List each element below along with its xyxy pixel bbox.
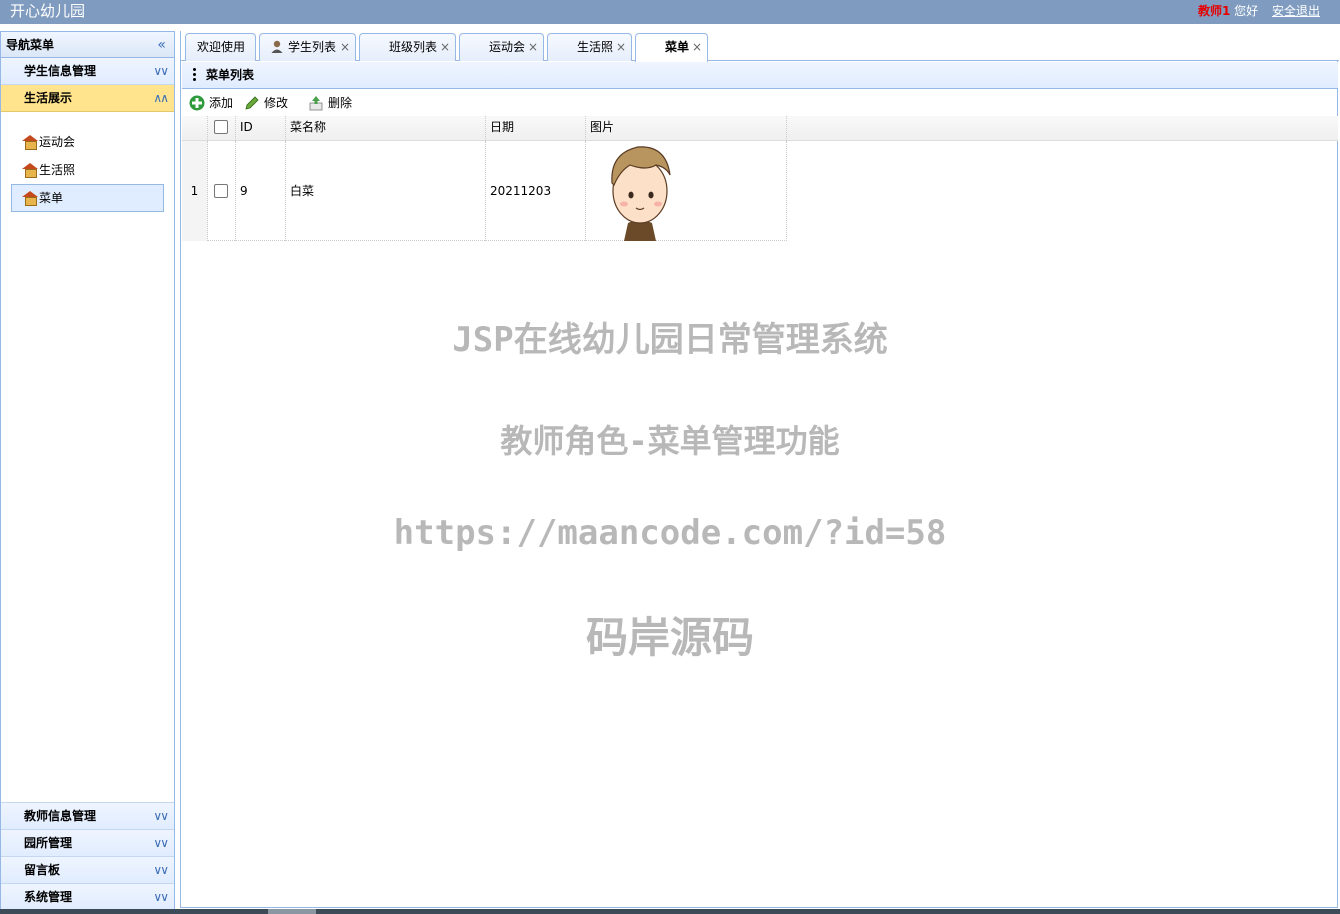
- rownum-header: [182, 116, 208, 141]
- close-icon[interactable]: ×: [440, 34, 450, 60]
- tab-label: 运动会: [489, 40, 526, 54]
- edit-label: 修改: [264, 96, 289, 110]
- panel-title: 菜单列表: [206, 68, 255, 82]
- sidebar: 导航菜单 « 学生信息管理 ∨∨ 生活展示 ∧∧ 运动会 生活照 菜单 教师信息…: [0, 31, 175, 911]
- watermark-feature-title: 教师角色-菜单管理功能: [500, 422, 840, 460]
- house-icon: [22, 162, 38, 178]
- sidebar-item-life-photos[interactable]: 生活照: [11, 156, 164, 184]
- tab-student-list[interactable]: 学生列表 ×: [259, 33, 356, 61]
- close-icon[interactable]: ×: [528, 34, 538, 60]
- close-icon[interactable]: ×: [692, 34, 702, 60]
- app-header: 开心幼儿园 教师1 您好 安全退出: [0, 0, 1340, 24]
- watermark-url: https://maancode.com/?id=58: [393, 513, 947, 553]
- nav-group-label: 园所管理: [24, 836, 73, 850]
- column-header-date[interactable]: 日期: [486, 116, 586, 141]
- nav-menu-title: 导航菜单 «: [1, 32, 174, 58]
- nav-group-label: 系统管理: [24, 890, 73, 904]
- tab-menu[interactable]: 菜单 ×: [635, 33, 708, 62]
- house-icon: [22, 190, 38, 206]
- pencil-icon: [245, 96, 259, 110]
- column-header-name[interactable]: 菜名称: [286, 116, 486, 141]
- nav-group-label: 留言板: [24, 863, 61, 877]
- column-header-image[interactable]: 图片: [586, 116, 787, 141]
- panel-header: 菜单列表: [182, 62, 1338, 89]
- nav-group-label: 生活展示: [24, 91, 73, 105]
- horizontal-scrollbar[interactable]: [0, 909, 1340, 914]
- tab-welcome[interactable]: 欢迎使用: [185, 33, 256, 61]
- chevron-double-down-icon: ∨∨: [153, 809, 169, 823]
- nav-group-label: 教师信息管理: [24, 809, 97, 823]
- watermark-system-title: JSP在线幼儿园日常管理系统: [452, 320, 888, 360]
- chevron-double-down-icon: ∨∨: [153, 863, 169, 877]
- watermark-brand: 码岸源码: [585, 613, 754, 662]
- tab-class-list[interactable]: 班级列表 ×: [359, 33, 456, 61]
- tab-label: 学生列表: [288, 40, 337, 54]
- user-area: 教师1 您好 安全退出: [1198, 4, 1320, 18]
- select-all-checkbox-cell: [208, 116, 236, 141]
- tab-label: 班级列表: [389, 40, 438, 54]
- tab-sports-meet[interactable]: 运动会 ×: [459, 33, 544, 61]
- nav-group-life-display[interactable]: 生活展示 ∧∧: [1, 85, 174, 112]
- app-title: 开心幼儿园: [10, 2, 86, 20]
- sidebar-item-label: 运动会: [39, 135, 76, 149]
- logout-link[interactable]: 安全退出: [1272, 4, 1320, 18]
- more-vertical-icon: [193, 68, 197, 82]
- delete-label: 删除: [328, 96, 353, 110]
- close-icon[interactable]: ×: [616, 34, 626, 60]
- cartoon-boy-avatar: [611, 146, 671, 241]
- house-icon: [22, 134, 38, 150]
- sidebar-item-label: 生活照: [39, 163, 76, 177]
- tab-label: 欢迎使用: [197, 40, 246, 54]
- delete-icon: [309, 96, 323, 111]
- cell-date: 20211203: [486, 141, 586, 241]
- toolbar: 添加 修改 删除: [182, 90, 1338, 116]
- nav-menu-title-text: 导航菜单: [6, 38, 55, 52]
- nav-group-teacher-info[interactable]: 教师信息管理 ∨∨: [1, 803, 174, 830]
- username: 教师1: [1197, 4, 1231, 18]
- row-number: 1: [182, 141, 208, 241]
- close-icon[interactable]: ×: [340, 34, 350, 60]
- edit-button[interactable]: 修改: [244, 90, 288, 116]
- add-icon: [189, 95, 205, 111]
- collapse-sidebar-icon[interactable]: «: [157, 32, 166, 58]
- sidebar-item-label: 菜单: [39, 191, 64, 205]
- nav-group-system[interactable]: 系统管理 ∨∨: [1, 884, 174, 911]
- cell-id: 9: [236, 141, 286, 241]
- table-row[interactable]: 1 9 白菜 20211203: [182, 141, 787, 241]
- nav-group-student-info[interactable]: 学生信息管理 ∨∨: [1, 58, 174, 85]
- grid-header: ID 菜名称 日期 图片: [182, 116, 1338, 141]
- tab-life-photos[interactable]: 生活照 ×: [547, 33, 632, 61]
- add-button[interactable]: 添加: [189, 90, 233, 116]
- cell-name: 白菜: [286, 141, 486, 241]
- select-all-checkbox[interactable]: [214, 119, 228, 134]
- nav-group-kindergarten[interactable]: 园所管理 ∨∨: [1, 830, 174, 857]
- tab-label: 菜单: [665, 40, 690, 54]
- row-checkbox-cell: [208, 141, 236, 241]
- nav-group-message-board[interactable]: 留言板 ∨∨: [1, 857, 174, 884]
- greeting: 您好: [1234, 4, 1259, 18]
- sidebar-item-sports-meet[interactable]: 运动会: [11, 128, 164, 156]
- main-panel: 欢迎使用 学生列表 × 班级列表 × 运动会 × 生活照 × 菜单 × 菜单列表…: [180, 31, 1339, 908]
- tabs-bar: 欢迎使用 学生列表 × 班级列表 × 运动会 × 生活照 × 菜单 ×: [181, 31, 1339, 62]
- cell-image: [586, 141, 787, 241]
- user-icon: [271, 40, 283, 53]
- scrollbar-thumb[interactable]: [268, 909, 316, 914]
- tab-label: 生活照: [577, 40, 614, 54]
- nav-group-label: 学生信息管理: [24, 64, 97, 78]
- row-checkbox[interactable]: [214, 183, 228, 198]
- chevron-double-up-icon: ∧∧: [153, 91, 169, 105]
- data-grid: ID 菜名称 日期 图片 1 9 白菜 20211203: [182, 116, 1338, 241]
- column-header-id[interactable]: ID: [236, 116, 286, 141]
- chevron-double-down-icon: ∨∨: [153, 64, 169, 78]
- chevron-double-down-icon: ∨∨: [153, 890, 169, 904]
- delete-button[interactable]: 删除: [308, 90, 352, 116]
- chevron-double-down-icon: ∨∨: [153, 836, 169, 850]
- sidebar-item-menu[interactable]: 菜单: [11, 184, 164, 212]
- add-label: 添加: [209, 96, 234, 110]
